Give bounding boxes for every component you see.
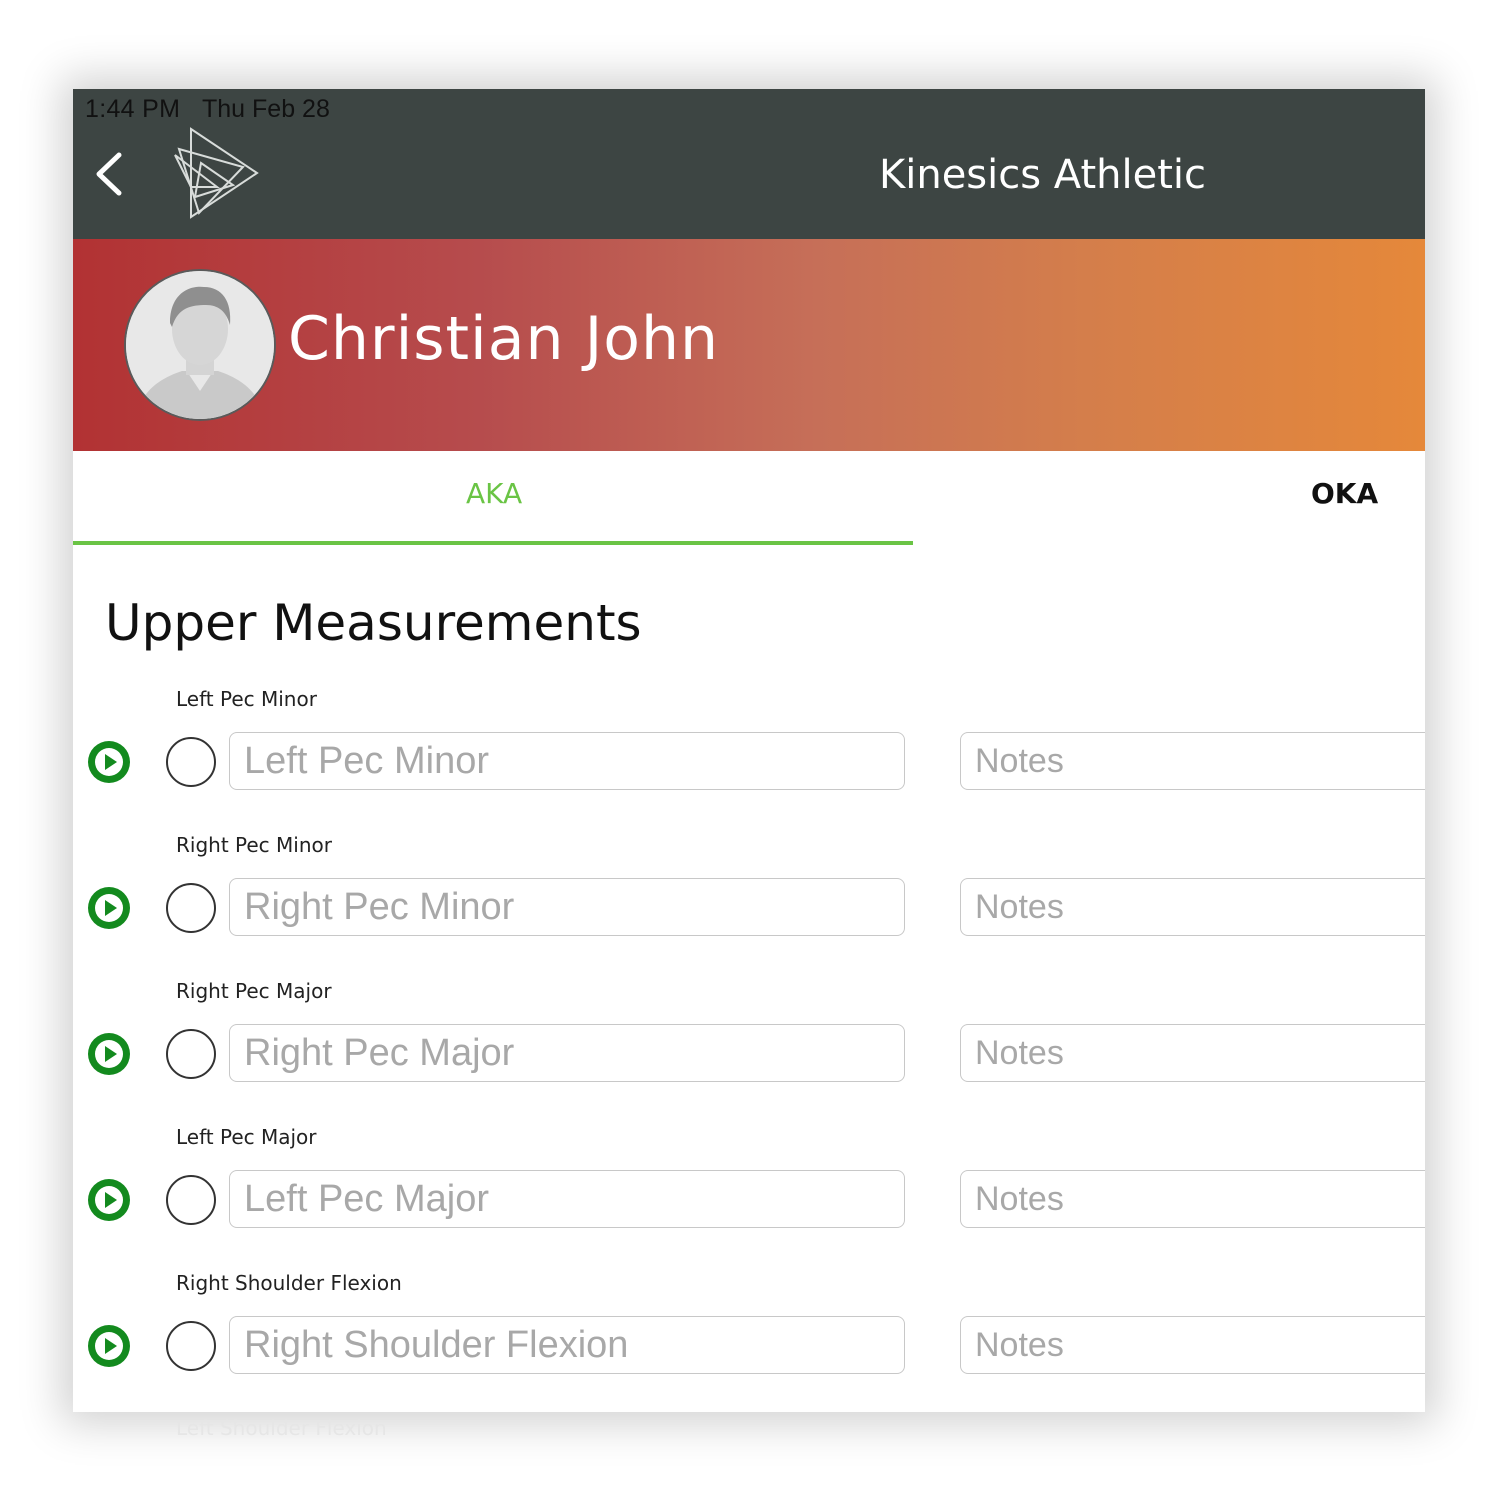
notes-input[interactable] [960,1170,1425,1228]
notes-input[interactable] [960,1316,1425,1374]
measurement-label: Left Pec Major [176,1125,317,1149]
select-radio[interactable] [166,1029,216,1079]
measurement-input[interactable] [229,878,905,936]
section-title: Upper Measurements [105,594,642,652]
notes-input[interactable] [960,1024,1425,1082]
status-time: 1:44 PM [85,95,181,123]
measurement-label: Right Shoulder Flexion [176,1271,402,1295]
app-window: 1:44 PM Thu Feb 28 Kinesics Athletic Chr… [73,89,1425,1412]
next-measurement-label: Left Shoulder Flexion [176,1416,387,1440]
measurement-input[interactable] [229,1170,905,1228]
play-button[interactable] [88,887,130,929]
select-radio[interactable] [166,1321,216,1371]
select-radio[interactable] [166,1175,216,1225]
measurement-input[interactable] [229,1024,905,1082]
play-button[interactable] [88,1325,130,1367]
play-button[interactable] [88,741,130,783]
measurement-label: Left Pec Minor [176,687,317,711]
notes-input[interactable] [960,878,1425,936]
play-button[interactable] [88,1179,130,1221]
play-icon [95,1040,123,1068]
play-icon [95,894,123,922]
profile-banner: Christian John [73,239,1425,451]
measurement-label: Right Pec Major [176,979,332,1003]
measurement-row: Left Pec Major [73,1125,1425,1271]
measurement-label: Right Pec Minor [176,833,332,857]
avatar [124,269,276,421]
measurement-row: Right Shoulder Flexion [73,1271,1425,1412]
top-bar: 1:44 PM Thu Feb 28 Kinesics Athletic [73,89,1425,239]
play-icon [95,748,123,776]
select-radio[interactable] [166,883,216,933]
profile-name: Christian John [288,304,720,374]
triangles-logo-icon [174,127,259,219]
play-icon [95,1186,123,1214]
status-date: Thu Feb 28 [202,95,330,123]
measurement-row: Right Pec Major [73,979,1425,1125]
play-button[interactable] [88,1033,130,1075]
play-icon [95,1332,123,1360]
tab-oka[interactable]: OKA [1311,477,1378,510]
tab-bar: AKA OKA [73,451,1425,547]
tab-aka[interactable]: AKA [466,477,522,510]
measurement-row: Right Pec Minor [73,833,1425,979]
back-button[interactable] [87,149,131,199]
notes-input[interactable] [960,732,1425,790]
measurement-input[interactable] [229,732,905,790]
chevron-left-icon [96,152,122,196]
measurement-row: Left Pec Minor [73,687,1425,833]
person-avatar-icon [126,271,274,419]
measurement-input[interactable] [229,1316,905,1374]
select-radio[interactable] [166,737,216,787]
app-title: Kinesics Athletic [879,152,1207,198]
active-tab-indicator [73,541,913,545]
